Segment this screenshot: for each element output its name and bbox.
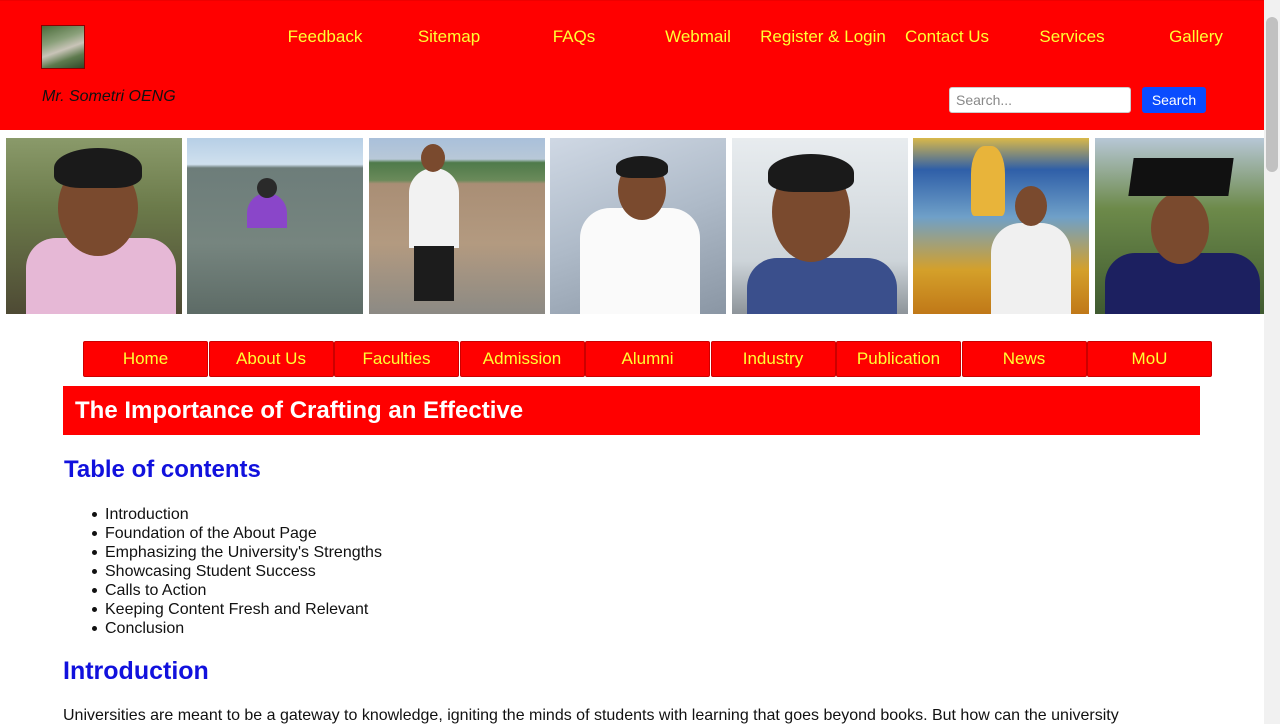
- top-link-sitemap[interactable]: Sitemap: [418, 27, 480, 47]
- top-link-register-login[interactable]: Register & Login: [760, 27, 886, 47]
- toc-item-calls-to-action[interactable]: Calls to Action: [92, 581, 382, 600]
- toc-item-foundation[interactable]: Foundation of the About Page: [92, 524, 382, 543]
- article-title-banner: The Importance of Crafting an Effective: [63, 386, 1200, 435]
- intro-paragraph: Universities are meant to be a gateway t…: [63, 707, 1119, 724]
- search-input[interactable]: [949, 87, 1131, 113]
- toc-item-introduction[interactable]: Introduction: [92, 505, 382, 524]
- table-of-contents: Introduction Foundation of the About Pag…: [92, 505, 382, 638]
- owner-name: Mr. Sometri OENG: [42, 88, 176, 105]
- nav-news[interactable]: News: [961, 341, 1087, 377]
- search-button[interactable]: Search: [1142, 87, 1206, 113]
- photo-7[interactable]: [1095, 138, 1264, 314]
- top-link-faqs[interactable]: FAQs: [553, 27, 596, 47]
- top-nav: Feedback Sitemap FAQs Webmail Register &…: [0, 27, 1264, 47]
- nav-industry[interactable]: Industry: [710, 341, 836, 377]
- page: Mr. Sometri OENG Feedback Sitemap FAQs W…: [0, 0, 1264, 724]
- article-title: The Importance of Crafting an Effective: [75, 397, 524, 424]
- toc-heading: Table of contents: [64, 456, 261, 483]
- main-nav: Home About Us Faculties Admission Alumni…: [83, 341, 1214, 377]
- nav-faculties[interactable]: Faculties: [334, 341, 459, 377]
- toc-item-student-success[interactable]: Showcasing Student Success: [92, 562, 382, 581]
- nav-mou[interactable]: MoU: [1087, 341, 1212, 377]
- toc-item-conclusion[interactable]: Conclusion: [92, 619, 382, 638]
- photo-4[interactable]: [550, 138, 726, 314]
- toc-item-strengths[interactable]: Emphasizing the University's Strengths: [92, 543, 382, 562]
- scrollbar-thumb[interactable]: [1266, 17, 1278, 172]
- toc-item-fresh-content[interactable]: Keeping Content Fresh and Relevant: [92, 600, 382, 619]
- photo-3[interactable]: [369, 138, 545, 314]
- photo-strip: [6, 138, 1264, 314]
- top-link-services[interactable]: Services: [1039, 27, 1104, 47]
- nav-home[interactable]: Home: [83, 341, 208, 377]
- vertical-scrollbar[interactable]: [1264, 0, 1280, 724]
- intro-heading: Introduction: [63, 657, 209, 685]
- photo-6[interactable]: [913, 138, 1089, 314]
- top-link-contact-us[interactable]: Contact Us: [905, 27, 989, 47]
- top-link-webmail[interactable]: Webmail: [665, 27, 731, 47]
- photo-1[interactable]: [6, 138, 182, 314]
- nav-admission[interactable]: Admission: [459, 341, 585, 377]
- nav-about-us[interactable]: About Us: [208, 341, 334, 377]
- site-header: Mr. Sometri OENG Feedback Sitemap FAQs W…: [0, 0, 1264, 130]
- nav-publication[interactable]: Publication: [836, 341, 961, 377]
- nav-alumni[interactable]: Alumni: [585, 341, 710, 377]
- top-link-feedback[interactable]: Feedback: [288, 27, 363, 47]
- top-link-gallery[interactable]: Gallery: [1169, 27, 1223, 47]
- photo-2[interactable]: [187, 138, 363, 314]
- photo-5[interactable]: [732, 138, 908, 314]
